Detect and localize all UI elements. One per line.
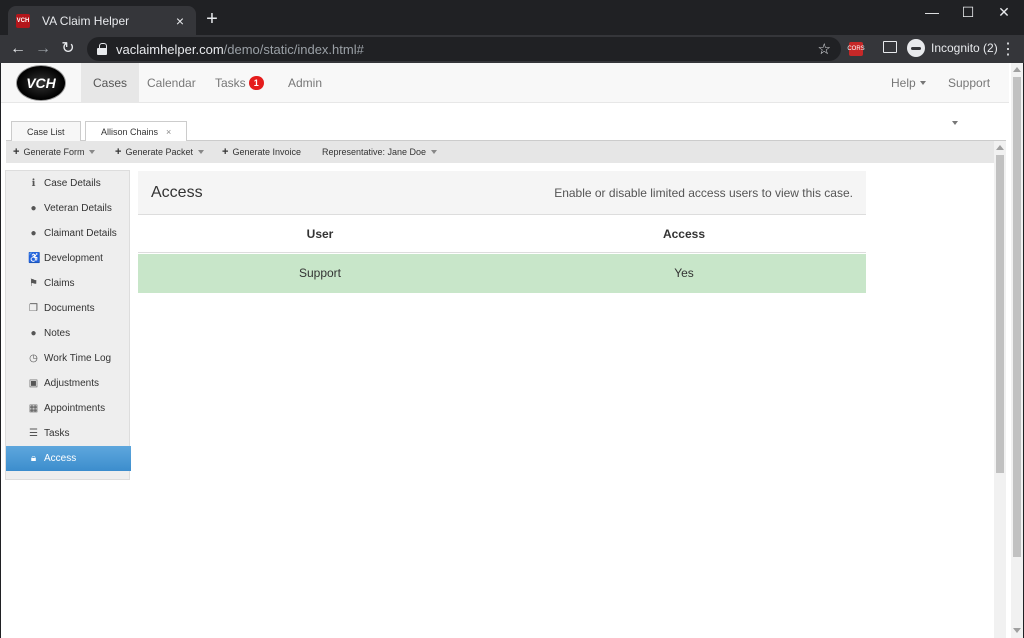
access-panel: Access Enable or disable limited access …: [138, 171, 866, 293]
close-icon[interactable]: ×: [166, 127, 171, 137]
nav-admin[interactable]: Admin: [276, 63, 334, 103]
chevron-down-icon: [89, 150, 96, 154]
lock-icon: 🔒︎: [30, 453, 37, 464]
sidebar-item-adjustments[interactable]: ▣ Adjustments: [6, 371, 131, 396]
sidebar-item-case-details[interactable]: ℹ Case Details: [6, 171, 131, 196]
generate-invoice-button[interactable]: + Generate Invoice: [222, 141, 301, 163]
app-navbar: VCH Cases Calendar Tasks 1 Admin Help Sup…: [1, 63, 1009, 125]
back-arrow-icon[interactable]: ←: [8, 39, 28, 59]
action-bar: + Generate Form + Generate Packet + Generat…: [6, 141, 994, 163]
chevron-down-icon: [197, 150, 204, 154]
plus-icon: +: [13, 146, 20, 158]
forward-arrow-icon[interactable]: →: [33, 39, 53, 59]
tab-title: VA Claim Helper: [42, 13, 130, 28]
list-icon: ☰: [29, 428, 38, 439]
sidebar-item-claims[interactable]: ⚑ Claims: [6, 271, 131, 296]
wheelchair-icon: ♿: [28, 253, 41, 264]
cell-access[interactable]: Yes: [502, 254, 866, 293]
tasks-badge: 1: [248, 76, 264, 90]
sidebar-item-veteran-details[interactable]: ● Veteran Details: [6, 196, 131, 221]
page-scrollbar[interactable]: [1011, 63, 1023, 638]
case-sidebar: ℹ Case Details ● Veteran Details ● Claimant…: [5, 170, 131, 480]
sidebar-item-tasks[interactable]: ☰ Tasks: [6, 421, 131, 446]
url-text: vaclaimhelper.com/demo/static/index.html…: [116, 41, 364, 57]
panel-header: Access Enable or disable limited access …: [138, 171, 866, 215]
scroll-up-icon[interactable]: [996, 145, 1004, 150]
chevron-down-icon: [431, 150, 438, 154]
sidebar-item-claimant-details[interactable]: ● Claimant Details: [6, 221, 131, 246]
case-tabs: Case List Allison Chains ×: [6, 119, 1006, 142]
scroll-up-icon[interactable]: [1013, 67, 1021, 72]
page-title: Access: [151, 184, 203, 201]
generate-packet-button[interactable]: + Generate Packet: [115, 141, 204, 163]
user-icon: ●: [30, 203, 37, 214]
browser-toolbar: ← → ↻ vaclaimhelper.com/demo/static/inde…: [0, 35, 1024, 63]
nav-calendar[interactable]: Calendar: [135, 63, 208, 103]
close-window-icon[interactable]: ✕: [994, 4, 1014, 21]
scroll-thumb[interactable]: [1013, 77, 1021, 557]
nav-tasks[interactable]: Tasks 1: [203, 63, 276, 103]
browser-tab[interactable]: VCH VA Claim Helper ×: [8, 6, 196, 35]
incognito-label: Incognito (2): [931, 41, 998, 55]
incognito-icon: [907, 39, 925, 57]
nav-help[interactable]: Help: [879, 63, 938, 103]
chevron-down-icon: [919, 81, 926, 85]
column-header-access: Access: [502, 215, 866, 253]
comment-icon: ●: [30, 328, 37, 339]
user-icon: ●: [30, 228, 37, 239]
info-icon: ℹ: [31, 178, 36, 189]
scroll-down-icon[interactable]: [1013, 628, 1021, 633]
vch-logo[interactable]: VCH: [16, 65, 66, 101]
sidebar-item-notes[interactable]: ● Notes: [6, 321, 131, 346]
reload-icon[interactable]: ↻: [58, 39, 78, 59]
table-row[interactable]: Support Yes: [138, 254, 866, 293]
browser-titlebar: VCH VA Claim Helper × + — ☐ ✕: [0, 0, 1024, 35]
plus-icon: +: [115, 146, 122, 158]
menu-icon[interactable]: ⋮: [1000, 39, 1016, 59]
maximize-icon[interactable]: ☐: [958, 4, 978, 21]
new-tab-icon[interactable]: +: [202, 9, 222, 29]
incognito-indicator[interactable]: Incognito (2): [907, 39, 998, 57]
tab-allison-chains[interactable]: Allison Chains ×: [85, 121, 188, 142]
lock-icon: [97, 43, 107, 55]
representative-dropdown[interactable]: Representative: Jane Doe: [322, 141, 438, 163]
star-icon[interactable]: ☆: [818, 40, 831, 58]
calendar-icon: ▦: [28, 403, 39, 414]
sidebar-item-appointments[interactable]: ▦ Appointments: [6, 396, 131, 421]
clock-icon: ◷: [29, 353, 38, 364]
inner-scrollbar[interactable]: [994, 141, 1006, 638]
vch-favicon-icon: VCH: [16, 13, 30, 28]
column-header-user: User: [138, 215, 502, 253]
cell-user: Support: [298, 266, 342, 280]
scroll-thumb[interactable]: [996, 155, 1004, 473]
nav-cases[interactable]: Cases: [81, 63, 140, 103]
generate-form-button[interactable]: + Generate Form: [13, 141, 96, 163]
page-viewport: VCH Cases Calendar Tasks 1 Admin Help Sup…: [1, 63, 1023, 638]
minimize-icon[interactable]: —: [922, 4, 942, 20]
sidebar-item-work-time-log[interactable]: ◷ Work Time Log: [6, 346, 131, 371]
nav-support[interactable]: Support: [936, 63, 1009, 125]
copy-icon: ❐: [29, 303, 38, 314]
panel-description: Enable or disable limited access users t…: [554, 186, 853, 200]
address-bar[interactable]: vaclaimhelper.com/demo/static/index.html…: [87, 37, 841, 61]
money-icon: ▣: [28, 378, 39, 389]
sidebar-item-development[interactable]: ♿ Development: [6, 246, 131, 271]
tab-case-list[interactable]: Case List: [11, 121, 81, 142]
plus-icon: +: [222, 146, 229, 158]
flag-icon: ⚑: [29, 278, 38, 289]
extension-icon[interactable]: CORS: [847, 42, 865, 56]
close-tab-icon[interactable]: ×: [172, 13, 188, 29]
cast-icon[interactable]: [883, 41, 897, 53]
sidebar-item-documents[interactable]: ❐ Documents: [6, 296, 131, 321]
sidebar-item-access[interactable]: 🔒︎ Access: [6, 446, 131, 471]
